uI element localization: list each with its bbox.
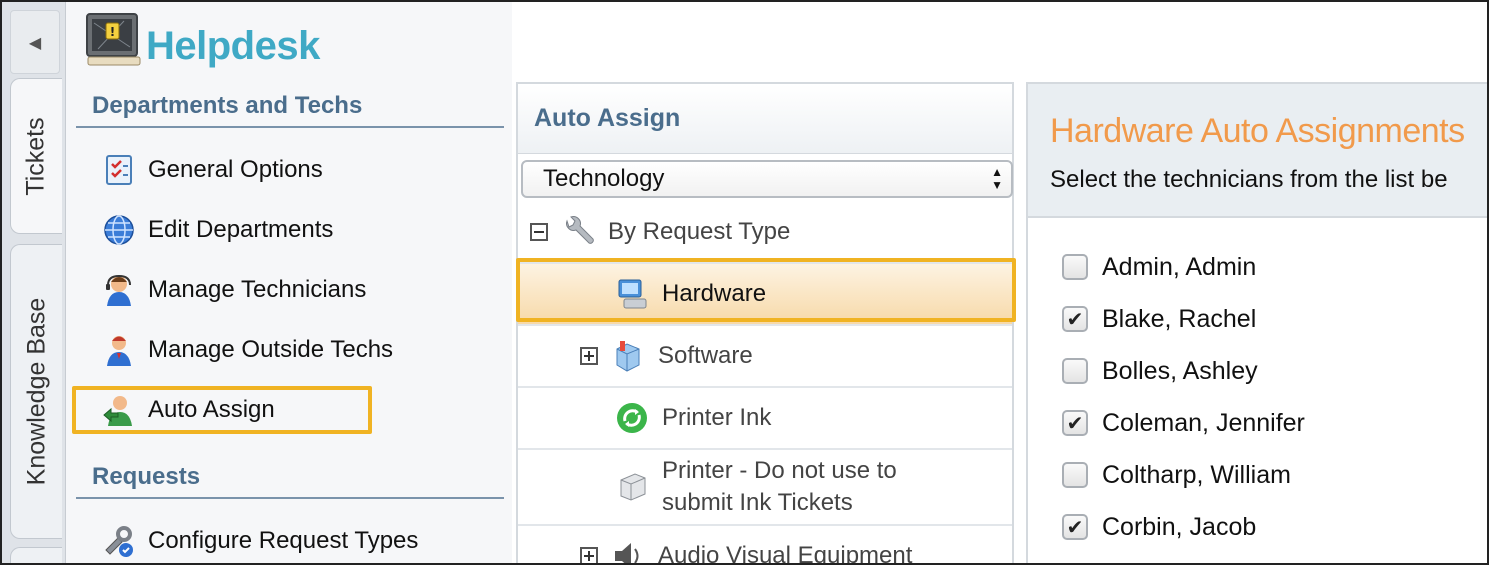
- highlight-box: [72, 386, 372, 434]
- outside-tech-icon: [102, 333, 136, 367]
- printer-icon: [614, 469, 650, 505]
- triangle-left-icon: ◀: [28, 32, 42, 52]
- technician-row[interactable]: ✔ Coleman, Jennifer: [1062, 406, 1305, 440]
- assignments-title: Hardware Auto Assignments: [1050, 112, 1465, 150]
- nav-general-options[interactable]: General Options: [102, 150, 323, 190]
- speaker-icon: [610, 538, 646, 563]
- section-divider: [76, 126, 504, 128]
- settings-nav: ! Helpdesk Departments and Techs General…: [66, 2, 512, 563]
- app-brand: ! Helpdesk: [84, 10, 320, 69]
- tree-node-audio-visual[interactable]: Audio Visual Equipment: [518, 526, 1012, 565]
- technician-row[interactable]: Coltharp, William: [1062, 458, 1291, 492]
- nav-label: General Options: [148, 156, 323, 183]
- section-title-requests: Requests: [92, 463, 201, 490]
- nav-label: Edit Departments: [148, 216, 334, 243]
- technician-icon: [102, 273, 136, 307]
- highlight-box: [516, 258, 1016, 322]
- panel-title: Auto Assign: [518, 84, 1012, 154]
- technician-name: Blake, Rachel: [1102, 304, 1257, 333]
- assignments-instructions: Select the technicians from the list be: [1050, 166, 1448, 193]
- tab-knowledge-base[interactable]: Knowledge Base: [10, 244, 62, 539]
- globe-icon: [102, 213, 136, 247]
- recycle-icon: [614, 400, 650, 436]
- technician-row[interactable]: Bolles, Ashley: [1062, 354, 1258, 388]
- select-arrows-icon: ▲ ▼: [991, 165, 1003, 192]
- checklist-icon: [102, 153, 136, 187]
- tab-knowledge-base-label: Knowledge Base: [22, 297, 51, 486]
- section-divider: [76, 497, 504, 499]
- tree-node-by-request-type[interactable]: By Request Type: [518, 202, 1012, 264]
- tree-node-label-line2: submit Ink Tickets: [662, 489, 853, 516]
- expand-toggle-icon[interactable]: [580, 347, 598, 365]
- svg-text:!: !: [110, 25, 115, 39]
- technician-checkbox[interactable]: [1062, 358, 1088, 384]
- technician-row[interactable]: ✔ Corbin, Jacob: [1062, 510, 1256, 544]
- tree-node-label: Audio Visual Equipment: [658, 542, 913, 565]
- app-title: Helpdesk: [146, 24, 320, 68]
- technician-row[interactable]: Admin, Admin: [1062, 250, 1256, 284]
- technician-name: Coltharp, William: [1102, 460, 1291, 489]
- technician-name: Corbin, Jacob: [1102, 512, 1257, 541]
- tree-node-software[interactable]: Software: [518, 326, 1012, 388]
- software-icon: [610, 338, 646, 374]
- tree-node-label: Software: [658, 342, 753, 369]
- expand-toggle-icon[interactable]: [580, 547, 598, 563]
- category-select-value: Technology: [543, 165, 665, 192]
- vertical-tab-strip: ◀ Tickets Knowledge Base: [2, 2, 66, 563]
- tree-node-printer[interactable]: Printer - Do not use to submit Ink Ticke…: [518, 450, 1012, 526]
- technician-row[interactable]: ✔ Blake, Rachel: [1062, 302, 1256, 336]
- assignments-panel: Hardware Auto Assignments Select the tec…: [1026, 82, 1487, 563]
- nav-manage-technicians[interactable]: Manage Technicians: [102, 270, 366, 310]
- technician-name: Admin, Admin: [1102, 252, 1257, 281]
- configure-icon: [102, 524, 136, 558]
- nav-label: Configure Request Types: [148, 527, 419, 554]
- tree-node-label-line1: Printer - Do not use to: [662, 457, 897, 484]
- technician-name: Bolles, Ashley: [1102, 356, 1258, 385]
- nav-label: Manage Technicians: [148, 276, 367, 303]
- nav-configure-request-types[interactable]: Configure Request Types: [102, 521, 418, 561]
- tree-node-printer-ink[interactable]: Printer Ink: [518, 388, 1012, 450]
- tree-node-label: Printer Ink: [662, 404, 772, 431]
- tab-tickets[interactable]: Tickets: [10, 78, 62, 234]
- wrench-icon: [560, 214, 596, 250]
- technician-checkbox[interactable]: [1062, 254, 1088, 280]
- section-title-departments: Departments and Techs: [92, 92, 363, 119]
- collapse-toggle-icon[interactable]: [530, 223, 548, 241]
- collapse-sidebar-button[interactable]: ◀: [10, 10, 60, 74]
- auto-assign-panel: Auto Assign Technology ▲ ▼ By Request Typ…: [516, 82, 1014, 565]
- technician-checkbox[interactable]: ✔: [1062, 410, 1088, 436]
- category-select[interactable]: Technology ▲ ▼: [521, 160, 1013, 198]
- tab-more[interactable]: [10, 547, 62, 563]
- nav-manage-outside-techs[interactable]: Manage Outside Techs: [102, 330, 393, 370]
- helpdesk-logo-icon: !: [84, 11, 142, 69]
- nav-label: Manage Outside Techs: [148, 336, 394, 363]
- technician-name: Coleman, Jennifer: [1102, 408, 1305, 437]
- technician-checkbox[interactable]: ✔: [1062, 306, 1088, 332]
- tab-tickets-label: Tickets: [22, 116, 50, 196]
- tree-node-label: By Request Type: [608, 218, 791, 245]
- technician-checkbox[interactable]: ✔: [1062, 514, 1088, 540]
- assignments-header: Hardware Auto Assignments Select the tec…: [1028, 84, 1487, 218]
- app-window: ◀ Tickets Knowledge Base ! Helpdesk Depa…: [0, 0, 1489, 565]
- tree-node-label: Printer - Do not use to submit Ink Ticke…: [662, 455, 897, 519]
- technician-checkbox[interactable]: [1062, 462, 1088, 488]
- nav-edit-departments[interactable]: Edit Departments: [102, 210, 333, 250]
